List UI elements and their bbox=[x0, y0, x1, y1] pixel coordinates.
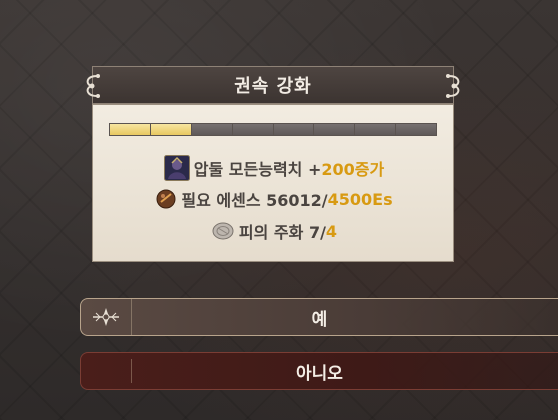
progress-segment bbox=[396, 124, 436, 135]
yes-button[interactable]: 예 bbox=[80, 298, 558, 336]
upgrade-dialog: 권속 강화 압둘 모든능력치 + 200증가 필요 에센스 56012/ 450… bbox=[86, 66, 460, 262]
stat-bonus-value: 200증가 bbox=[321, 160, 385, 179]
dialog-title-bar: 권속 강화 bbox=[86, 66, 460, 104]
no-button[interactable]: 아니오 bbox=[80, 352, 558, 390]
yes-button-label: 예 bbox=[311, 309, 328, 330]
essence-cost-text: 필요 에센스 56012/ bbox=[181, 191, 328, 210]
blood-coin-row: 피의 주화 7/ 4 bbox=[93, 219, 455, 243]
dialog-body: 압둘 모든능력치 + 200증가 필요 에센스 56012/ 4500Es 피의… bbox=[92, 104, 454, 262]
progress-segment bbox=[191, 124, 232, 135]
no-button-label: 아니오 bbox=[296, 363, 343, 384]
progress-segment bbox=[232, 124, 273, 135]
essence-cost-value: 4500Es bbox=[327, 189, 393, 209]
progress-segment bbox=[150, 124, 191, 135]
character-portrait-icon bbox=[163, 155, 190, 181]
dialog-title: 권속 강화 bbox=[234, 76, 312, 97]
stat-bonus-row: 압둘 모든능력치 + 200증가 bbox=[93, 155, 455, 181]
left-flourish-icon bbox=[86, 74, 100, 98]
upgrade-progress-bar bbox=[109, 123, 437, 136]
blood-coin-value: 4 bbox=[325, 221, 338, 241]
right-flourish-icon bbox=[446, 74, 460, 98]
progress-segment bbox=[355, 124, 396, 135]
blood-coin-icon bbox=[211, 220, 235, 242]
blood-coin-text: 피의 주화 7/ bbox=[238, 223, 326, 242]
stat-bonus-text: 압둘 모든능력치 + bbox=[193, 160, 322, 179]
progress-segment bbox=[314, 124, 355, 135]
progress-segment bbox=[110, 124, 150, 135]
progress-segment bbox=[273, 124, 314, 135]
essence-cost-row: 필요 에센스 56012/ 4500Es bbox=[93, 187, 455, 211]
essence-orb-icon bbox=[155, 188, 177, 210]
